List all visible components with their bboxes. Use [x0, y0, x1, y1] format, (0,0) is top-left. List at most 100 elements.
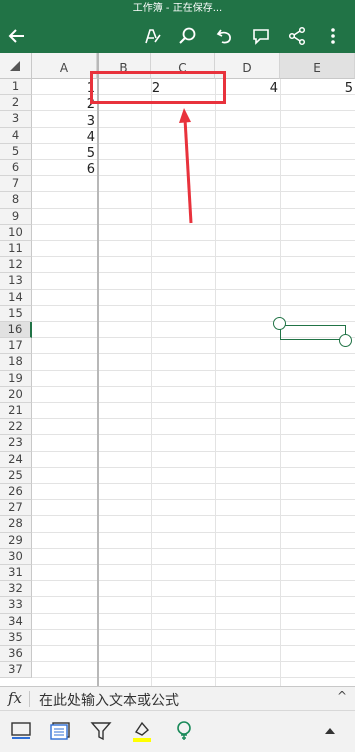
- idea-bulb-icon[interactable]: [172, 719, 196, 743]
- filter-icon[interactable]: [89, 719, 113, 743]
- row-header-1[interactable]: 1: [0, 79, 32, 96]
- row-header-28[interactable]: 28: [0, 516, 32, 533]
- column-header-a[interactable]: A: [32, 53, 97, 79]
- sheet-view-icon[interactable]: [9, 719, 33, 743]
- bottom-toolbar: [0, 710, 355, 752]
- select-all-corner[interactable]: [0, 53, 32, 79]
- row-gridline: [32, 515, 355, 517]
- row-gridline: [32, 531, 355, 533]
- row-header-32[interactable]: 32: [0, 581, 32, 598]
- column-gridline: [215, 79, 216, 686]
- row-gridline: [32, 628, 355, 630]
- cell-a1[interactable]: 1: [32, 80, 95, 96]
- row-header-30[interactable]: 30: [0, 548, 32, 565]
- row-header-33[interactable]: 33: [0, 597, 32, 614]
- selected-cell-e16[interactable]: [280, 325, 346, 340]
- row-header-20[interactable]: 20: [0, 386, 32, 403]
- row-header-21[interactable]: 21: [0, 403, 32, 420]
- cell-a2[interactable]: 2: [32, 96, 95, 112]
- row-header-11[interactable]: 11: [0, 241, 32, 258]
- row-gridline: [32, 499, 355, 501]
- row-gridline: [32, 450, 355, 452]
- row-header-4[interactable]: 4: [0, 127, 32, 144]
- row-gridline: [32, 564, 355, 565]
- column-header-e[interactable]: E: [280, 53, 355, 79]
- row-gridline: [32, 677, 355, 679]
- row-header-17[interactable]: 17: [0, 338, 32, 355]
- row-gridline: [32, 353, 355, 355]
- cell-a6[interactable]: 6: [32, 161, 95, 177]
- back-arrow-icon[interactable]: [2, 18, 32, 53]
- row-header-13[interactable]: 13: [0, 273, 32, 290]
- undo-icon[interactable]: [210, 18, 240, 53]
- row-header-10[interactable]: 10: [0, 224, 32, 241]
- row-gridline: [32, 580, 355, 582]
- annotation-arrow: [179, 108, 193, 224]
- pen-draw-icon[interactable]: [137, 18, 167, 53]
- row-header-2[interactable]: 2: [0, 95, 32, 112]
- comment-icon[interactable]: [246, 18, 276, 53]
- row-header-5[interactable]: 5: [0, 143, 32, 160]
- row-gridline: [32, 483, 355, 484]
- function-icon[interactable]: fx: [8, 689, 22, 707]
- row-header-25[interactable]: 25: [0, 467, 32, 484]
- row-header-37[interactable]: 37: [0, 662, 32, 679]
- row-header-19[interactable]: 19: [0, 370, 32, 387]
- row-header-7[interactable]: 7: [0, 176, 32, 193]
- fill-color-icon[interactable]: [130, 719, 154, 743]
- row-gridline: [32, 612, 355, 614]
- formula-expand-icon[interactable]: ^: [337, 689, 347, 703]
- row-header-24[interactable]: 24: [0, 451, 32, 468]
- row-header-29[interactable]: 29: [0, 532, 32, 549]
- row-header-34[interactable]: 34: [0, 613, 32, 630]
- cell-a4[interactable]: 4: [32, 129, 95, 145]
- formula-input[interactable]: 在此处输入文本或公式: [39, 690, 179, 710]
- expand-up-icon[interactable]: [318, 719, 342, 743]
- row-gridline: [32, 547, 355, 549]
- column-gridline: [280, 79, 281, 686]
- row-header-23[interactable]: 23: [0, 435, 32, 452]
- row-gridline: [32, 369, 355, 371]
- freeze-pane-divider: [97, 53, 99, 686]
- formula-bar: fx 在此处输入文本或公式 ^: [0, 686, 355, 710]
- row-header-27[interactable]: 27: [0, 500, 32, 517]
- row-header-8[interactable]: 8: [0, 192, 32, 209]
- selection-handle-top-left[interactable]: [273, 317, 286, 330]
- row-header-35[interactable]: 35: [0, 629, 32, 646]
- row-header-15[interactable]: 15: [0, 305, 32, 322]
- row-header-26[interactable]: 26: [0, 484, 32, 501]
- window-title: 工作簿 - 正在保存...: [0, 0, 355, 18]
- cell-a5[interactable]: 5: [32, 145, 95, 161]
- search-icon[interactable]: [172, 18, 202, 53]
- cell-e1[interactable]: 5: [280, 80, 353, 96]
- row-gridline: [32, 661, 355, 663]
- row-gridline: [32, 385, 355, 387]
- cell-a3[interactable]: 3: [32, 113, 95, 129]
- row-header-16[interactable]: 16: [0, 322, 32, 339]
- row-header-14[interactable]: 14: [0, 289, 32, 306]
- row-header-12[interactable]: 12: [0, 257, 32, 274]
- row-gridline: [32, 596, 355, 598]
- row-header-31[interactable]: 31: [0, 565, 32, 582]
- share-icon[interactable]: [282, 18, 312, 53]
- row-header-22[interactable]: 22: [0, 419, 32, 436]
- row-header-6[interactable]: 6: [0, 160, 32, 177]
- card-view-icon[interactable]: [48, 719, 72, 743]
- selection-handle-bottom-right[interactable]: [339, 334, 352, 347]
- row-gridline: [32, 304, 355, 306]
- row-header-9[interactable]: 9: [0, 208, 32, 225]
- app-toolbar: [0, 18, 355, 53]
- row-gridline: [32, 402, 355, 403]
- row-header-36[interactable]: 36: [0, 646, 32, 663]
- spreadsheet-grid[interactable]: A B C D E 1 2 3 4 5 6 7 8 9 10 11 12 13 14 15 16 17 18 19 2…: [0, 53, 355, 686]
- row-gridline: [32, 272, 355, 274]
- more-vertical-icon[interactable]: [318, 18, 348, 53]
- row-gridline: [32, 434, 355, 436]
- formula-divider: [29, 691, 30, 707]
- row-header-3[interactable]: 3: [0, 111, 32, 128]
- row-gridline: [32, 240, 355, 241]
- row-gridline: [32, 418, 355, 420]
- row-header-18[interactable]: 18: [0, 354, 32, 371]
- row-gridline: [32, 466, 355, 468]
- row-gridline: [32, 288, 355, 290]
